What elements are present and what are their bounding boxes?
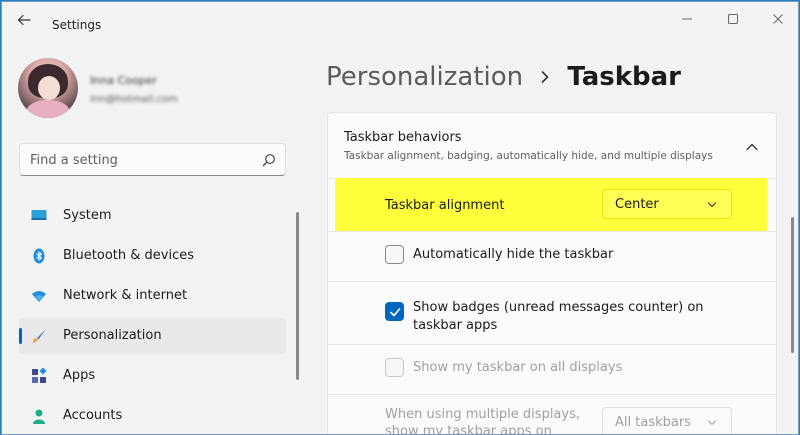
dropdown-value: Center bbox=[615, 197, 659, 212]
active-indicator bbox=[19, 328, 22, 344]
badges-label-line1: Show badges (unread messages counter) on bbox=[413, 300, 704, 315]
avatar[interactable] bbox=[18, 58, 78, 118]
divider bbox=[328, 231, 776, 232]
back-arrow-icon bbox=[17, 14, 31, 26]
multi-display-label-line1: When using multiple displays, bbox=[385, 407, 580, 422]
title-bar: Settings bbox=[2, 2, 798, 36]
divider bbox=[328, 281, 776, 282]
divider bbox=[328, 394, 776, 395]
sidebar-item-label: Apps bbox=[63, 368, 96, 383]
badges-label-line2: taskbar apps bbox=[413, 318, 498, 333]
taskbar-alignment-dropdown[interactable]: Center bbox=[602, 189, 732, 219]
chevron-down-icon bbox=[707, 420, 717, 426]
close-button[interactable] bbox=[763, 8, 793, 30]
breadcrumb-parent[interactable]: Personalization bbox=[326, 62, 523, 92]
multi-display-dropdown[interactable]: All taskbars bbox=[602, 407, 732, 434]
minimize-icon bbox=[682, 18, 692, 20]
breadcrumb: Personalization Taskbar bbox=[326, 62, 681, 96]
search-icon[interactable] bbox=[262, 153, 276, 167]
personalization-icon bbox=[33, 329, 46, 343]
settings-window: Settings Inna Cooper inn@hotmail.com Sys… bbox=[1, 1, 799, 435]
profile-email: inn@hotmail.com bbox=[90, 94, 178, 105]
network-icon bbox=[32, 291, 46, 302]
badges-checkbox[interactable] bbox=[385, 302, 404, 321]
taskbar-alignment-label: Taskbar alignment bbox=[385, 198, 505, 213]
sidebar-item-label: Network & internet bbox=[63, 288, 188, 303]
autohide-label: Automatically hide the taskbar bbox=[413, 247, 614, 262]
all-displays-checkbox[interactable] bbox=[385, 358, 404, 377]
sidebar-item-label: Accounts bbox=[63, 408, 123, 423]
sidebar-item-accounts[interactable]: Accounts bbox=[19, 398, 286, 434]
close-icon bbox=[773, 14, 783, 24]
multi-display-label-line2: show my taskbar apps on bbox=[385, 424, 552, 435]
section-title: Taskbar behaviors bbox=[344, 130, 462, 145]
maximize-button[interactable] bbox=[718, 8, 748, 30]
search-input[interactable] bbox=[30, 152, 250, 168]
sidebar-item-label: Personalization bbox=[63, 328, 162, 343]
sidebar-item-apps[interactable]: Apps bbox=[19, 358, 286, 394]
system-icon bbox=[31, 210, 47, 220]
bluetooth-icon bbox=[33, 248, 45, 264]
sidebar-item-label: System bbox=[63, 208, 112, 223]
autohide-checkbox[interactable] bbox=[385, 245, 404, 264]
chevron-up-icon bbox=[746, 143, 758, 151]
accounts-icon bbox=[33, 409, 45, 424]
all-displays-label: Show my taskbar on all displays bbox=[413, 360, 623, 375]
divider bbox=[328, 344, 776, 345]
taskbar-behaviors-card: Taskbar behaviors Taskbar alignment, bad… bbox=[327, 112, 777, 434]
apps-icon bbox=[32, 368, 47, 383]
checkmark-icon bbox=[390, 308, 401, 317]
profile-name: Inna Cooper bbox=[90, 74, 157, 87]
sidebar-item-network[interactable]: Network & internet bbox=[19, 278, 286, 314]
main-scrollbar[interactable] bbox=[791, 217, 794, 353]
minimize-button[interactable] bbox=[672, 8, 702, 30]
search-box[interactable] bbox=[19, 143, 286, 176]
sidebar-item-personalization[interactable]: Personalization bbox=[19, 318, 286, 354]
section-subtitle: Taskbar alignment, badging, automaticall… bbox=[344, 150, 713, 162]
collapse-button[interactable] bbox=[742, 139, 762, 155]
sidebar-item-bluetooth[interactable]: Bluetooth & devices bbox=[19, 238, 286, 274]
sidebar-item-label: Bluetooth & devices bbox=[63, 248, 194, 263]
page-title: Taskbar bbox=[567, 62, 682, 92]
back-button[interactable] bbox=[12, 10, 36, 30]
maximize-icon bbox=[728, 14, 738, 24]
sidebar-scrollbar[interactable] bbox=[296, 212, 299, 380]
chevron-right-icon bbox=[541, 71, 549, 83]
dropdown-value: All taskbars bbox=[615, 415, 691, 430]
sidebar-item-system[interactable]: System bbox=[19, 198, 286, 234]
window-title: Settings bbox=[52, 18, 102, 32]
chevron-down-icon bbox=[707, 202, 717, 208]
